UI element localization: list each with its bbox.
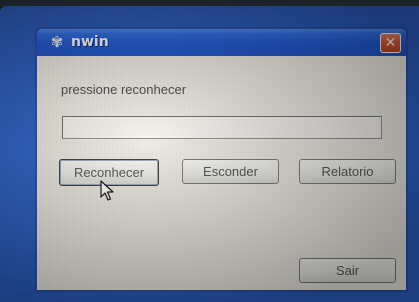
exit-button[interactable]: Sair (299, 258, 396, 283)
title-bar[interactable]: ✾ nwin ✕ (37, 29, 406, 56)
recognition-field[interactable] (62, 116, 382, 139)
app-window: ✾ nwin ✕ pressione reconhecer Reconhecer… (36, 28, 407, 291)
gear-icon: ✾ (50, 33, 64, 51)
mouse-pointer-icon (100, 180, 114, 201)
close-icon: ✕ (384, 35, 397, 51)
prompt-label: pressione reconhecer (61, 82, 187, 97)
report-button[interactable]: Relatorio (299, 159, 396, 184)
hide-button[interactable]: Esconder (182, 159, 279, 184)
window-title: nwin (71, 34, 109, 50)
close-button[interactable]: ✕ (380, 33, 401, 53)
window-content: pressione reconhecer Reconhecer Esconder… (37, 56, 406, 290)
